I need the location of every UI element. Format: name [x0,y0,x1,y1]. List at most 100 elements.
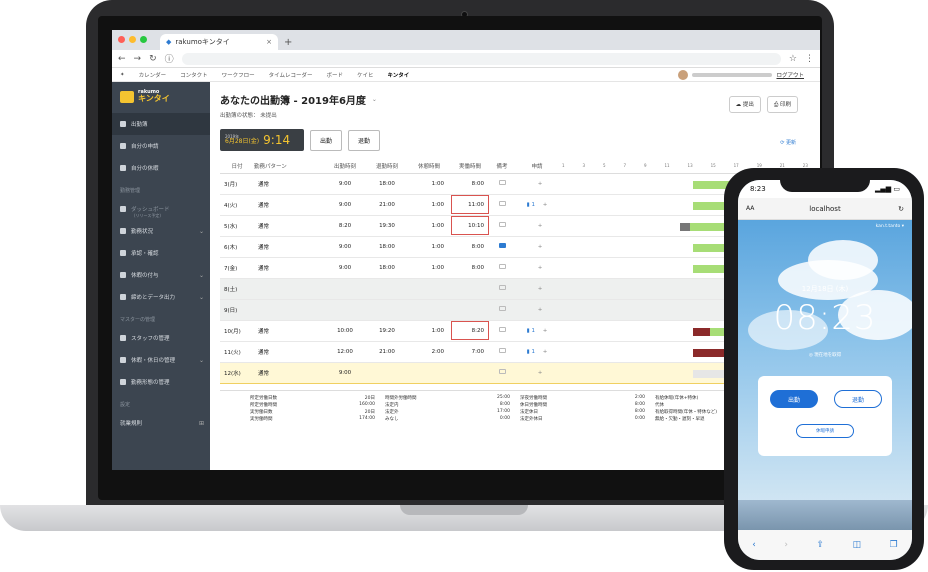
tabs-icon[interactable]: ❐ [890,540,898,550]
cell-out[interactable]: 19:30 [366,215,408,237]
bookmark-kintai[interactable]: キンタイ [387,71,409,79]
forward-icon[interactable]: › [784,540,788,550]
cell-in[interactable]: 9:00 [324,361,366,384]
sidebar-item-leave-grant[interactable]: 休暇の付与 ⌄ [112,264,210,286]
add-icon[interactable]: + [538,370,543,376]
cell-memo[interactable] [490,173,514,195]
cell-in[interactable] [324,278,366,300]
cell-in[interactable] [324,299,366,321]
url-field[interactable] [181,52,781,65]
cell-request[interactable]: + [514,215,560,237]
print-button[interactable]: ⎙ 印刷 [766,96,798,113]
phone-clock-in-button[interactable]: 出勤 [770,390,818,408]
clock-out-button[interactable]: 退勤 [348,129,381,151]
sidebar-item-work-status[interactable]: 勤務状況 ⌄ [112,220,210,242]
sidebar-item-holidays[interactable]: 休暇・休日の管理 ⌄ [112,349,210,371]
cell-request[interactable]: + [514,236,560,258]
cell-request[interactable]: + [514,173,560,195]
clock-in-button[interactable]: 出勤 [310,129,343,151]
memo-icon[interactable] [498,222,506,227]
cell-in[interactable]: 9:00 [324,194,366,216]
table-row[interactable]: 9(日) + [220,299,810,321]
sidebar-item-my-requests[interactable]: 自分の申請 [112,135,210,157]
memo-icon[interactable] [498,348,506,353]
new-tab-button[interactable]: + [284,37,292,48]
cell-out[interactable]: 18:00 [366,173,408,195]
cell-in[interactable]: 10:00 [324,320,366,342]
cell-memo[interactable] [490,341,514,363]
memo-icon[interactable] [498,327,506,332]
sidebar-item-timesheet[interactable]: 出勤簿 [112,113,210,135]
cell-out[interactable]: 18:00 [366,257,408,279]
forward-icon[interactable]: → [134,54,142,64]
cell-request[interactable]: + [514,278,560,300]
share-icon[interactable]: ⇪ [817,540,825,550]
cell-in[interactable]: 12:00 [324,341,366,363]
sidebar-item-work-types[interactable]: 勤務形態の管理 [112,371,210,393]
phone-location[interactable]: ◎ 現在地を取得 [738,352,912,358]
sidebar-item-staff[interactable]: スタッフの管理 [112,327,210,349]
add-icon[interactable]: + [538,223,543,229]
table-row[interactable]: 8(土) + [220,278,810,300]
cell-in[interactable]: 9:00 [324,173,366,195]
menu-icon[interactable]: ⋮ [805,54,814,64]
app-logo[interactable]: rakumo キンタイ [112,88,210,113]
cell-memo[interactable] [490,278,514,300]
bookmarks-icon[interactable]: ◫ [853,540,862,550]
cell-memo[interactable] [490,215,514,237]
bookmark-star-icon[interactable]: ☆ [789,54,797,64]
bookmark-timerecorder[interactable]: タイムレコーダー [269,71,313,79]
sidebar-item-approval[interactable]: 承認・確認 [112,242,210,264]
cell-out[interactable] [366,278,408,300]
memo-icon[interactable] [498,285,506,290]
bookmark-board[interactable]: ボード [327,71,344,79]
cell-out[interactable] [366,361,408,384]
cell-request[interactable]: ▮ 1 + [514,320,560,342]
add-icon[interactable]: + [543,202,548,208]
phone-url-bar[interactable]: AA localhost ↻ [738,198,912,220]
submit-button[interactable]: ☁ 提出 [728,96,761,113]
table-row[interactable]: 5(水) 通常 8:20 19:30 1:00 10:10 + [220,215,810,237]
bookmark-contact[interactable]: コンタクト [180,71,208,79]
bookmark-calendar[interactable]: カレンダー [139,71,167,79]
avatar[interactable] [678,70,688,80]
cell-memo[interactable] [490,194,514,216]
back-icon[interactable]: ← [118,54,126,64]
cell-memo[interactable] [490,236,514,258]
browser-tab[interactable]: ◆ rakumoキンタイ × [160,34,278,50]
table-row[interactable]: 3(月) 通常 9:00 18:00 1:00 8:00 + [220,173,810,195]
add-icon[interactable]: + [543,328,548,334]
phone-user[interactable]: kan.t.tanto ▾ [876,224,904,229]
table-row[interactable]: 4(火) 通常 9:00 21:00 1:00 11:00 ▮ 1 + [220,194,810,216]
table-row[interactable]: 7(金) 通常 9:00 18:00 1:00 8:00 + [220,257,810,279]
cell-in[interactable]: 9:00 [324,236,366,258]
cell-out[interactable] [366,299,408,321]
memo-icon[interactable] [498,306,506,311]
minimize-window-icon[interactable] [129,36,136,43]
sidebar-item-rules[interactable]: 就業規則 ⊞ [112,412,210,434]
add-icon[interactable]: + [543,349,548,355]
maximize-window-icon[interactable] [140,36,147,43]
cell-out[interactable]: 18:00 [366,236,408,258]
bookmark-workflow[interactable]: ワークフロー [222,71,255,79]
table-row[interactable]: 12(水) 通常 9:00 + [220,361,810,384]
reload-icon[interactable]: ↻ [898,205,904,213]
cell-request[interactable]: ▮ 1 + [514,341,560,363]
table-row[interactable]: 10(月) 通常 10:00 19:20 1:00 8:20 ▮ 1 + [220,320,810,342]
sidebar-item-my-leave[interactable]: 自分の休暇 [112,157,210,179]
cell-request[interactable]: + [514,257,560,279]
table-row[interactable]: 11(火) 通常 12:00 21:00 2:00 7:00 ▮ 1 + [220,341,810,363]
sidebar-item-closing-export[interactable]: 締めとデータ出力 ⌄ [112,286,210,308]
add-icon[interactable]: + [538,307,543,313]
add-icon[interactable]: + [538,181,543,187]
cell-request[interactable]: + [514,361,560,384]
reload-icon[interactable]: ↻ [149,54,157,64]
memo-icon[interactable] [498,201,506,206]
phone-leave-request-button[interactable]: 休暇申請 [796,424,854,438]
cell-memo[interactable] [490,257,514,279]
cell-request[interactable]: + [514,299,560,321]
bookmark-keihi[interactable]: ケイヒ [357,71,373,79]
refresh-link[interactable]: ⟳ 更新 [780,139,796,146]
phone-clock-out-button[interactable]: 退勤 [834,390,882,408]
cell-out[interactable]: 21:00 [366,341,408,363]
